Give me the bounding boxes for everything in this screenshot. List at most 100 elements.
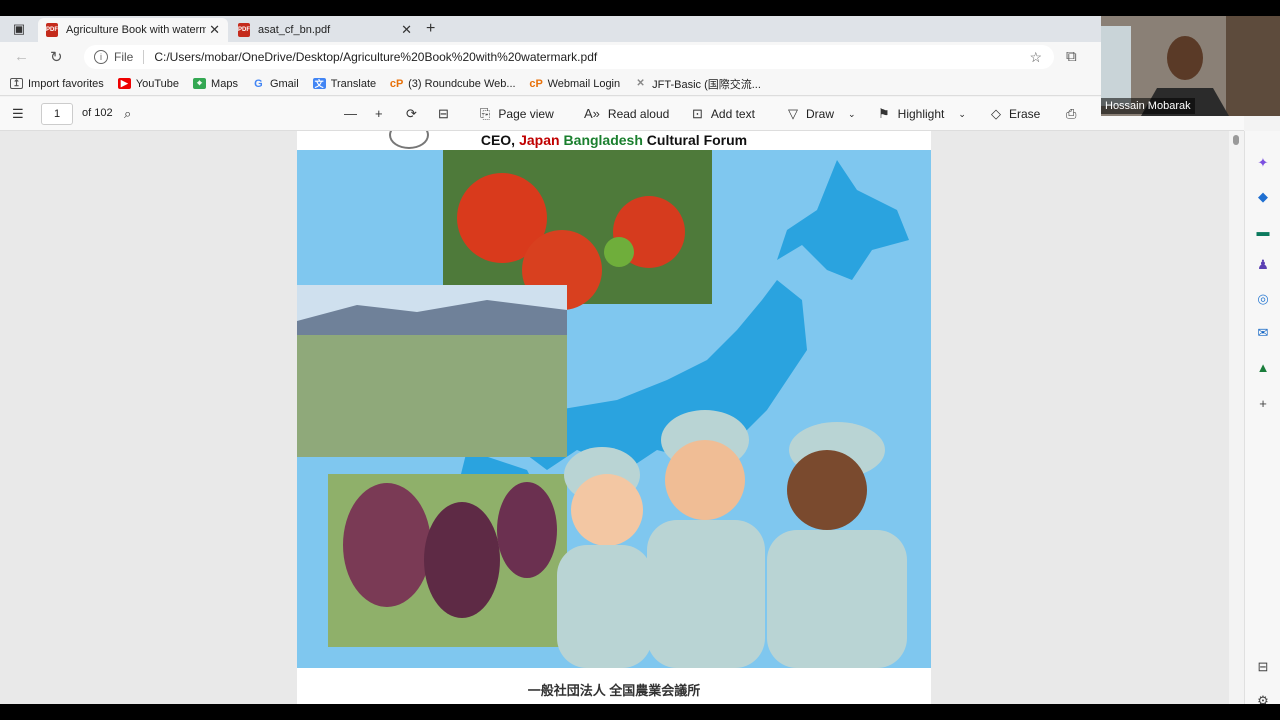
bookmark-import-favorites[interactable]: ↥ Import favorites	[10, 78, 104, 90]
bookmark-gmail[interactable]: G Gmail	[252, 78, 299, 90]
tab-actions-icon[interactable]: ▣	[8, 20, 30, 38]
add-text-button[interactable]: ⊡ Add text	[692, 106, 755, 122]
roundcube-icon: cP	[529, 77, 543, 90]
translate-icon: 文	[312, 78, 326, 89]
tab-label: Agriculture Book with watermark	[66, 24, 206, 36]
settings-icon[interactable]: ⚙	[1255, 693, 1271, 704]
new-tab-icon[interactable]: +	[426, 20, 435, 38]
url-field[interactable]: i File C:/Users/mobar/OneDrive/Desktop/A…	[84, 45, 1054, 69]
divider	[143, 50, 145, 64]
read-aloud-button[interactable]: A» Read aloud	[584, 106, 669, 121]
scheme-label: File	[114, 50, 134, 64]
page-view-button[interactable]: ⎘ Page view	[480, 106, 554, 122]
bookmark-label: Gmail	[269, 77, 299, 90]
roundcube-icon: cP	[389, 77, 404, 90]
zoom-out-icon[interactable]: —	[344, 106, 365, 121]
contents-icon[interactable]: ☰	[12, 106, 32, 122]
close-icon[interactable]: ✕	[401, 22, 412, 38]
favorite-star-icon[interactable]: ☆	[1029, 49, 1042, 66]
tab-agriculture-book[interactable]: PDF Agriculture Book with watermark ✕	[38, 18, 228, 42]
bookmark-label: JFT-Basic (国際交流...	[652, 78, 761, 91]
bookmark-label: (3) Roundcube Web...	[408, 77, 516, 90]
extensions-icon[interactable]: ⧉	[1066, 48, 1077, 65]
google-icon: G	[254, 77, 263, 90]
pdf-icon: PDF	[238, 23, 250, 37]
youtube-icon: ▶	[117, 78, 131, 89]
cover-illustration	[297, 150, 931, 668]
tab-label: asat_cf_bn.pdf	[258, 24, 331, 36]
info-icon[interactable]: i	[94, 50, 108, 64]
header-suffix: Cultural Forum	[642, 132, 748, 148]
page-number-input[interactable]: 1	[41, 103, 73, 125]
add-text-icon: ⊡	[692, 106, 703, 121]
read-aloud-label: Read aloud	[607, 106, 670, 121]
close-icon[interactable]: ✕	[209, 22, 220, 38]
tree-icon[interactable]: ▲	[1255, 359, 1271, 375]
webcam-overlay: Hossain Mobarak	[1101, 16, 1280, 116]
publisher-japanese: 一般社団法人 全国農業会議所	[527, 683, 701, 698]
outlook-icon[interactable]: ✉	[1255, 325, 1271, 341]
bookmark-jft[interactable]: ✕ JFT-Basic (国際交流...	[634, 76, 761, 92]
bookmarks-bar: ↥ Import favorites ▶ YouTube ⌖ Maps G Gm…	[0, 72, 1280, 96]
scrollbar-thumb[interactable]	[1233, 135, 1239, 145]
pdf-viewer: CEO, Japan Bangladesh Cultural Forum 一般社…	[0, 131, 1229, 704]
page-header: CEO, Japan Bangladesh Cultural Forum	[297, 131, 931, 149]
back-icon[interactable]: ←	[14, 48, 29, 65]
draw-label: Draw	[806, 107, 835, 121]
erase-label: Erase	[1009, 107, 1041, 121]
header-japan: Japan	[519, 132, 560, 148]
erase-button[interactable]: ◇ Erase	[991, 106, 1040, 122]
bookmark-translate[interactable]: 文 Translate	[312, 77, 377, 90]
microsoft365-icon[interactable]: ◎	[1255, 291, 1271, 307]
header-prefix: CEO,	[480, 132, 516, 148]
tools-icon[interactable]: ▬	[1255, 223, 1271, 239]
chevron-down-icon[interactable]: ⌄	[958, 109, 966, 120]
draw-button[interactable]: ▽ Draw ⌄	[788, 106, 856, 122]
maps-icon: ⌖	[193, 78, 207, 89]
zoom-in-icon[interactable]: +	[375, 106, 391, 121]
address-bar: ← ↻ i File C:/Users/mobar/OneDrive/Deskt…	[0, 42, 1280, 72]
copilot-icon[interactable]: ✦	[1255, 155, 1271, 171]
page-view-label: Page view	[498, 107, 554, 121]
tab-asat-pdf[interactable]: PDF asat_cf_bn.pdf ✕	[230, 18, 420, 42]
panel-toggle-icon[interactable]: ⊟	[1255, 659, 1271, 675]
rotate-icon[interactable]: ⟳	[406, 106, 425, 122]
import-icon: ↥	[10, 78, 23, 89]
highlight-button[interactable]: ⚑ Highlight ⌄	[878, 106, 966, 122]
bookmark-label: Maps	[211, 77, 238, 90]
bookmark-youtube[interactable]: ▶ YouTube	[117, 77, 180, 90]
page-total: of 102	[82, 107, 113, 119]
search-icon[interactable]: ⌕	[124, 106, 139, 122]
jft-icon: ✕	[636, 78, 645, 89]
bookmark-maps[interactable]: ⌖ Maps	[193, 78, 238, 90]
games-icon[interactable]: ♟	[1255, 257, 1271, 273]
farmers-illustration	[557, 410, 907, 668]
japan-map-illustration	[297, 150, 909, 668]
browser-window: ▣ PDF Agriculture Book with watermark ✕ …	[0, 16, 1280, 704]
read-aloud-icon: A»	[584, 106, 600, 121]
shopping-tag-icon[interactable]: ◆	[1255, 189, 1271, 205]
bookmark-label: YouTube	[135, 77, 180, 90]
header-bangladesh: Bangladesh	[563, 132, 643, 148]
pdf-toolbar: ☰ 1 of 102 ⌕ — + ⟳ ⊟ ⎘ Page view A» Read…	[0, 97, 1244, 131]
chevron-down-icon[interactable]: ⌄	[848, 109, 856, 120]
bookmark-roundcube[interactable]: cP (3) Roundcube Web...	[389, 77, 516, 90]
bookmark-label: Translate	[330, 77, 377, 90]
refresh-icon[interactable]: ↻	[50, 48, 63, 66]
fit-page-icon[interactable]: ⊟	[438, 106, 457, 122]
participant-name: Hossain Mobarak	[1101, 98, 1195, 114]
add-icon[interactable]: +	[1255, 395, 1271, 411]
pdf-icon: PDF	[46, 23, 58, 37]
bookmark-label: Import favorites	[28, 77, 104, 90]
url-text: C:/Users/mobar/OneDrive/Desktop/Agricult…	[154, 50, 598, 64]
bookmark-webmail[interactable]: cP Webmail Login	[529, 77, 621, 90]
vertical-scrollbar[interactable]	[1229, 131, 1243, 704]
highlight-label: Highlight	[897, 107, 945, 121]
page-view-icon: ⎘	[480, 106, 491, 121]
edge-sidebar: ✦ ◆ ▬ ♟ ◎ ✉ ▲ + ⊟ ⚙	[1244, 131, 1280, 704]
print-icon[interactable]: ⎙	[1066, 106, 1084, 122]
highlight-icon: ⚑	[878, 106, 890, 121]
tab-strip: ▣ PDF Agriculture Book with watermark ✕ …	[0, 16, 1280, 42]
bookmark-label: Webmail Login	[547, 77, 621, 90]
add-text-label: Add text	[710, 107, 755, 121]
